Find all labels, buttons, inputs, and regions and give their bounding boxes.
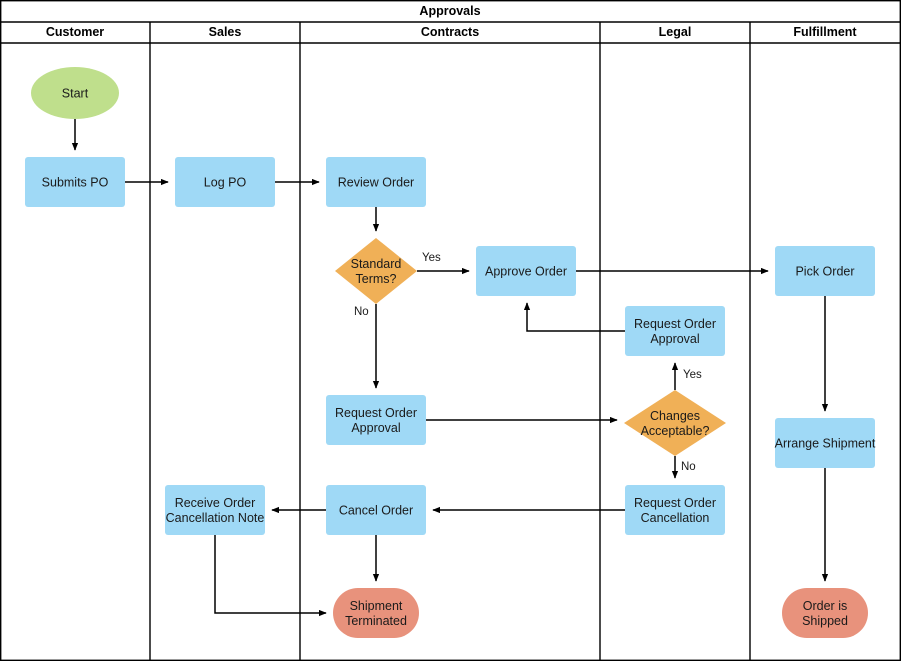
node-changes-acceptable[interactable]: ChangesAcceptable? bbox=[624, 390, 726, 456]
node-label-review-order: Review Order bbox=[338, 176, 414, 190]
edge-label-e-standard-reqapproval: No bbox=[354, 306, 369, 318]
swimlane-diagram: Approvals Customer Sales Contracts Legal Ful… bbox=[0, 0, 901, 661]
pool-outer-border bbox=[0, 0, 901, 661]
node-label-submits-po: Submits PO bbox=[42, 176, 109, 190]
edge-label-e-changes-reqapproval: Yes bbox=[683, 369, 702, 381]
node-label-standard-terms: Terms? bbox=[356, 272, 397, 286]
pool-frame: Approvals bbox=[0, 0, 901, 661]
node-label-req-order-approval-contracts: Request Order bbox=[335, 406, 417, 420]
node-shape-changes-acceptable bbox=[624, 390, 726, 456]
node-shape-shipment-terminated bbox=[333, 588, 419, 638]
node-label-changes-acceptable: Acceptable? bbox=[641, 424, 710, 438]
edge-label-e-standard-approve: Yes bbox=[422, 252, 441, 264]
node-label-req-order-approval-legal: Request Order bbox=[634, 317, 716, 331]
node-label-req-order-approval-contracts: Approval bbox=[351, 421, 400, 435]
node-label-receive-cancellation-note: Receive Order bbox=[175, 496, 256, 510]
flowchart-canvas: Approvals Customer Sales Contracts Legal Ful… bbox=[0, 0, 901, 661]
node-log-po[interactable]: Log PO bbox=[175, 157, 275, 207]
node-submits-po[interactable]: Submits PO bbox=[25, 157, 125, 207]
node-shape-req-order-cancellation bbox=[625, 485, 725, 535]
node-label-req-order-cancellation: Cancellation bbox=[641, 511, 710, 525]
node-label-req-order-approval-legal: Approval bbox=[650, 332, 699, 346]
lane-title-contracts: Contracts bbox=[421, 25, 479, 39]
node-label-standard-terms: Standard bbox=[351, 257, 402, 271]
edge-label-e-changes-cancellation: No bbox=[681, 461, 696, 473]
node-receive-cancellation-note[interactable]: Receive OrderCancellation Note bbox=[165, 485, 265, 535]
node-shape-req-order-approval-legal bbox=[625, 306, 725, 356]
node-label-start: Start bbox=[62, 87, 89, 101]
node-label-shipment-terminated: Terminated bbox=[345, 614, 407, 628]
node-arrange-shipment[interactable]: Arrange Shipment bbox=[775, 418, 876, 468]
node-shape-receive-cancellation-note bbox=[165, 485, 265, 535]
node-review-order[interactable]: Review Order bbox=[326, 157, 426, 207]
lane-title-legal: Legal bbox=[659, 25, 692, 39]
node-label-approve-order: Approve Order bbox=[485, 265, 567, 279]
node-shape-standard-terms bbox=[335, 238, 417, 304]
node-label-receive-cancellation-note: Cancellation Note bbox=[166, 511, 265, 525]
edge-req-order-approval-legal-to-approve-order bbox=[523, 302, 625, 332]
node-label-cancel-order: Cancel Order bbox=[339, 504, 413, 518]
lane-title-customer: Customer bbox=[46, 25, 104, 39]
node-label-arrange-shipment: Arrange Shipment bbox=[775, 437, 876, 451]
lane-title-fulfillment: Fulfillment bbox=[793, 25, 857, 39]
node-req-order-cancellation[interactable]: Request OrderCancellation bbox=[625, 485, 725, 535]
node-pick-order[interactable]: Pick Order bbox=[775, 246, 875, 296]
node-shape-order-is-shipped bbox=[782, 588, 868, 638]
node-order-is-shipped[interactable]: Order isShipped bbox=[782, 588, 868, 638]
node-label-order-is-shipped: Order is bbox=[803, 599, 847, 613]
pool-title: Approvals bbox=[419, 4, 480, 18]
node-req-order-approval-contracts[interactable]: Request OrderApproval bbox=[326, 395, 426, 445]
node-start[interactable]: Start bbox=[31, 67, 119, 119]
lane-title-sales: Sales bbox=[209, 25, 242, 39]
node-label-order-is-shipped: Shipped bbox=[802, 614, 848, 628]
lane-titles: Customer Sales Contracts Legal Fulfillment bbox=[46, 25, 858, 39]
node-cancel-order[interactable]: Cancel Order bbox=[326, 485, 426, 535]
node-approve-order[interactable]: Approve Order bbox=[476, 246, 576, 296]
node-label-changes-acceptable: Changes bbox=[650, 409, 700, 423]
node-label-pick-order: Pick Order bbox=[795, 265, 854, 279]
node-label-log-po: Log PO bbox=[204, 176, 247, 190]
nodes-layer: Start Submits PO Log PO Review Order Standar… bbox=[25, 67, 876, 638]
node-shape-req-order-approval-contracts bbox=[326, 395, 426, 445]
node-req-order-approval-legal[interactable]: Request OrderApproval bbox=[625, 306, 725, 356]
node-label-shipment-terminated: Shipment bbox=[350, 599, 403, 613]
edge-receive-cancellation-note-to-shipment-terminated bbox=[214, 535, 327, 617]
node-standard-terms[interactable]: StandardTerms? bbox=[335, 238, 417, 304]
node-shipment-terminated[interactable]: ShipmentTerminated bbox=[333, 588, 419, 638]
node-label-req-order-cancellation: Request Order bbox=[634, 496, 716, 510]
